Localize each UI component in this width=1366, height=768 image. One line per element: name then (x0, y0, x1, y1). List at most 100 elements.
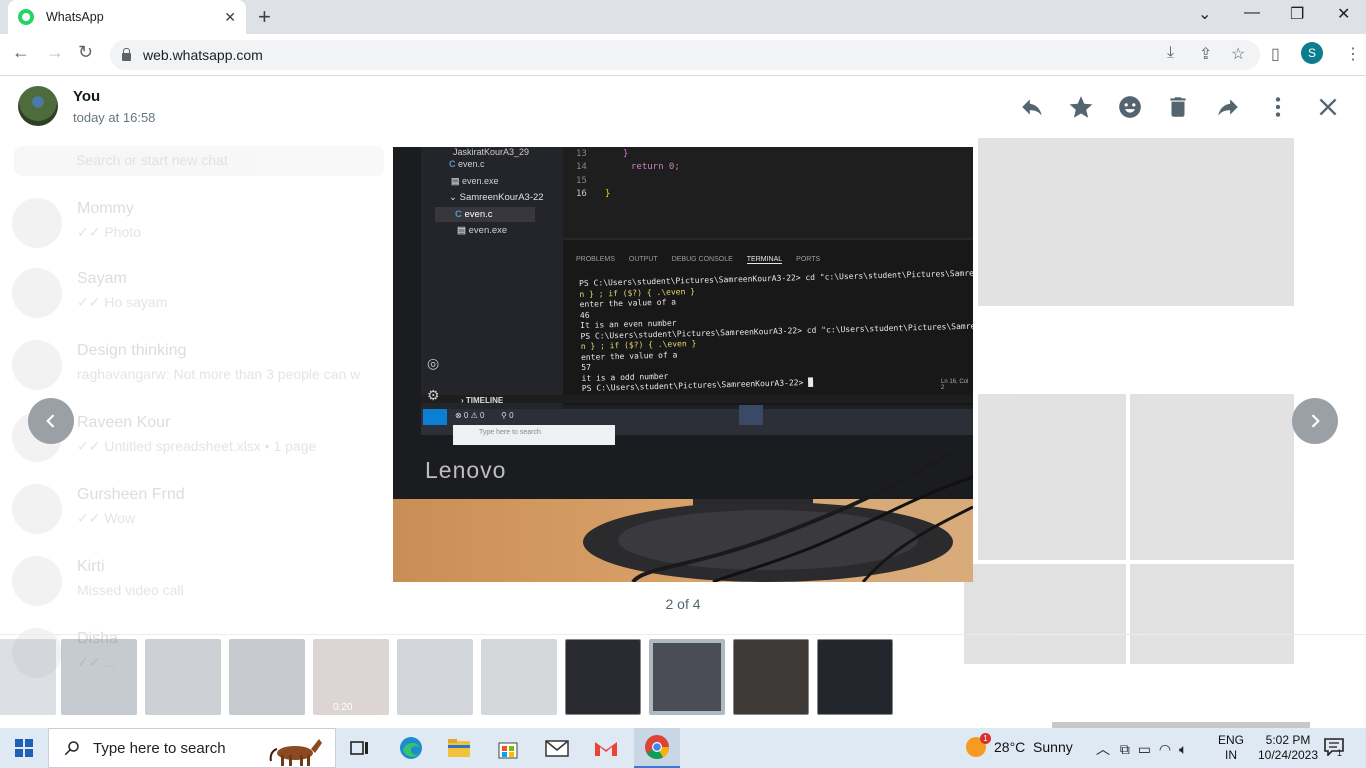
wifi-icon[interactable]: ◠ (1159, 741, 1171, 757)
tab-whatsapp[interactable]: WhatsApp ✕ (8, 0, 246, 34)
code-line-number: 14 (576, 162, 587, 172)
code-line: } (605, 189, 611, 199)
weather-widget[interactable]: 1 28°C Sunny (966, 733, 1073, 757)
restore-icon[interactable]: ❐ (1290, 4, 1304, 24)
background-image-tile (978, 394, 1126, 560)
background-chat-item: Gursheen Frnd ✓✓ Wow (12, 484, 392, 544)
lock-icon[interactable] (122, 48, 131, 61)
panel-tab-output[interactable]: OUTPUT (629, 256, 658, 264)
tab-search-chevron-icon[interactable]: ⌄ (1198, 4, 1211, 24)
thumbnail-selected[interactable] (649, 639, 725, 715)
tab-close-icon[interactable]: ✕ (224, 9, 236, 26)
gmail-icon[interactable] (592, 734, 620, 762)
panel-tab-ports[interactable]: PORTS (796, 256, 820, 264)
clock-time: 5:02 PM (1265, 733, 1311, 747)
clock[interactable]: 5:02 PM 10/24/2023 (1250, 733, 1326, 763)
react-emoji-icon[interactable] (1117, 94, 1143, 120)
tree-folder: ⌄ SamreenKourA3-22 (449, 192, 544, 203)
profile-avatar[interactable]: S (1301, 42, 1323, 64)
delete-icon[interactable] (1165, 94, 1191, 120)
status-ports: ⚲ 0 (501, 411, 514, 420)
thumbnail[interactable] (61, 639, 137, 715)
search-icon (64, 741, 79, 756)
sender-avatar[interactable] (18, 86, 58, 126)
notification-center-button[interactable]: 1 (1324, 738, 1344, 758)
status-problems: ⊗ 0 ⚠ 0 (455, 411, 485, 420)
address-bar[interactable]: web.whatsapp.com (110, 40, 1260, 70)
taskbar-search-box[interactable]: Type here to search (48, 728, 336, 768)
panel-tabs: PROBLEMS OUTPUT DEBUG CONSOLE TERMINAL P… (576, 256, 820, 264)
code-line-number: 13 (576, 149, 587, 159)
new-tab-icon[interactable]: + (258, 4, 271, 30)
chrome-menu-icon[interactable]: ⋮ (1345, 44, 1361, 64)
code-line: return 0; (631, 162, 680, 172)
forward-icon[interactable]: → (46, 42, 64, 63)
thumbnail[interactable] (817, 639, 893, 715)
task-view-icon[interactable] (346, 734, 374, 762)
file-explorer-icon[interactable] (445, 734, 473, 762)
timeline-label: › TIMELINE (461, 396, 504, 405)
sender-time: today at 16:58 (73, 110, 156, 125)
inner-search-text: Type here to search (479, 429, 541, 436)
show-hidden-icons[interactable]: ︿ (1096, 741, 1110, 757)
terminal-output: PS C:\Users\student\Pictures\SamreenKour… (579, 269, 973, 395)
windows-taskbar: Type here to search 1 28°C Sunny ︿ ⧉ ▭ ◠… (0, 728, 1366, 768)
thumbnail[interactable] (397, 639, 473, 715)
background-chat-item: Design thinking raghavangarw: Not more th… (12, 340, 392, 400)
minimize-icon[interactable]: — (1244, 4, 1260, 22)
panel-tab-problems[interactable]: PROBLEMS (576, 256, 615, 264)
code-line: } (623, 149, 629, 159)
next-image-button[interactable] (1292, 398, 1338, 444)
monitor-brand: Lenovo (425, 457, 507, 483)
tree-file: ▤ even.exe (457, 225, 508, 236)
forward-icon[interactable] (1215, 94, 1241, 120)
tree-file: C even.c (455, 209, 493, 220)
tab-title: WhatsApp (46, 10, 104, 24)
star-icon[interactable] (1068, 94, 1094, 120)
start-button[interactable] (0, 728, 48, 768)
thumbnail-video[interactable]: 0:20 (313, 639, 389, 715)
background-image-tile (1130, 394, 1294, 560)
share-icon[interactable]: ⇪ (1199, 44, 1212, 64)
reply-icon[interactable] (1019, 94, 1045, 120)
viewer-header: You today at 16:58 (0, 76, 1366, 136)
weather-sun-icon: 1 (966, 733, 991, 757)
thumbnail[interactable] (481, 639, 557, 715)
taskbar-search-placeholder: Type here to search (93, 739, 226, 757)
address-url: web.whatsapp.com (143, 47, 263, 63)
side-panel-icon[interactable]: ▯ (1271, 44, 1280, 64)
chrome-taskbar-button[interactable] (634, 728, 680, 768)
mail-icon[interactable] (543, 734, 571, 762)
panel-tab-terminal[interactable]: TERMINAL (746, 256, 783, 264)
reload-icon[interactable]: ↻ (78, 42, 93, 63)
bookmark-star-icon[interactable]: ☆ (1231, 44, 1245, 64)
thumbnail[interactable] (565, 639, 641, 715)
thumbnail[interactable] (229, 639, 305, 715)
panel-tab-debug-console[interactable]: DEBUG CONSOLE (672, 256, 733, 264)
edge-browser-icon[interactable] (397, 734, 425, 762)
thumbnail[interactable] (145, 639, 221, 715)
code-line-number: 15 (576, 176, 587, 186)
previous-image-button[interactable] (28, 398, 74, 444)
close-viewer-icon[interactable] (1315, 94, 1341, 120)
more-options-icon[interactable] (1265, 94, 1291, 120)
thumbnail[interactable] (733, 639, 809, 715)
install-app-icon[interactable]: ⤓ (1167, 44, 1174, 62)
volume-icon[interactable]: 🔈︎ (1179, 741, 1187, 757)
battery-icon[interactable]: ▭ (1138, 741, 1151, 757)
status-position: Ln 16, Col 2 (941, 379, 969, 391)
meet-now-icon[interactable]: ⧉ (1120, 741, 1130, 757)
back-icon[interactable]: ← (12, 42, 30, 63)
background-search-placeholder: Search or start new chat (76, 152, 228, 168)
microsoft-store-icon[interactable] (494, 734, 522, 762)
tree-file: C even.c (449, 159, 485, 169)
thumbnail[interactable] (0, 639, 56, 715)
background-image-tile (978, 138, 1294, 306)
system-tray: ︿ ⧉ ▭ ◠ 🔈︎ (1096, 739, 1187, 759)
code-line-number: 16 (576, 189, 587, 199)
notification-count: 1 (1337, 748, 1343, 758)
input-language[interactable]: ENG IN (1218, 733, 1244, 763)
window-close-icon[interactable]: ✕ (1337, 4, 1350, 24)
background-chat-item: Mommy ✓✓ Photo (12, 198, 392, 258)
thumbnail-strip: 0:20 (0, 634, 1366, 728)
